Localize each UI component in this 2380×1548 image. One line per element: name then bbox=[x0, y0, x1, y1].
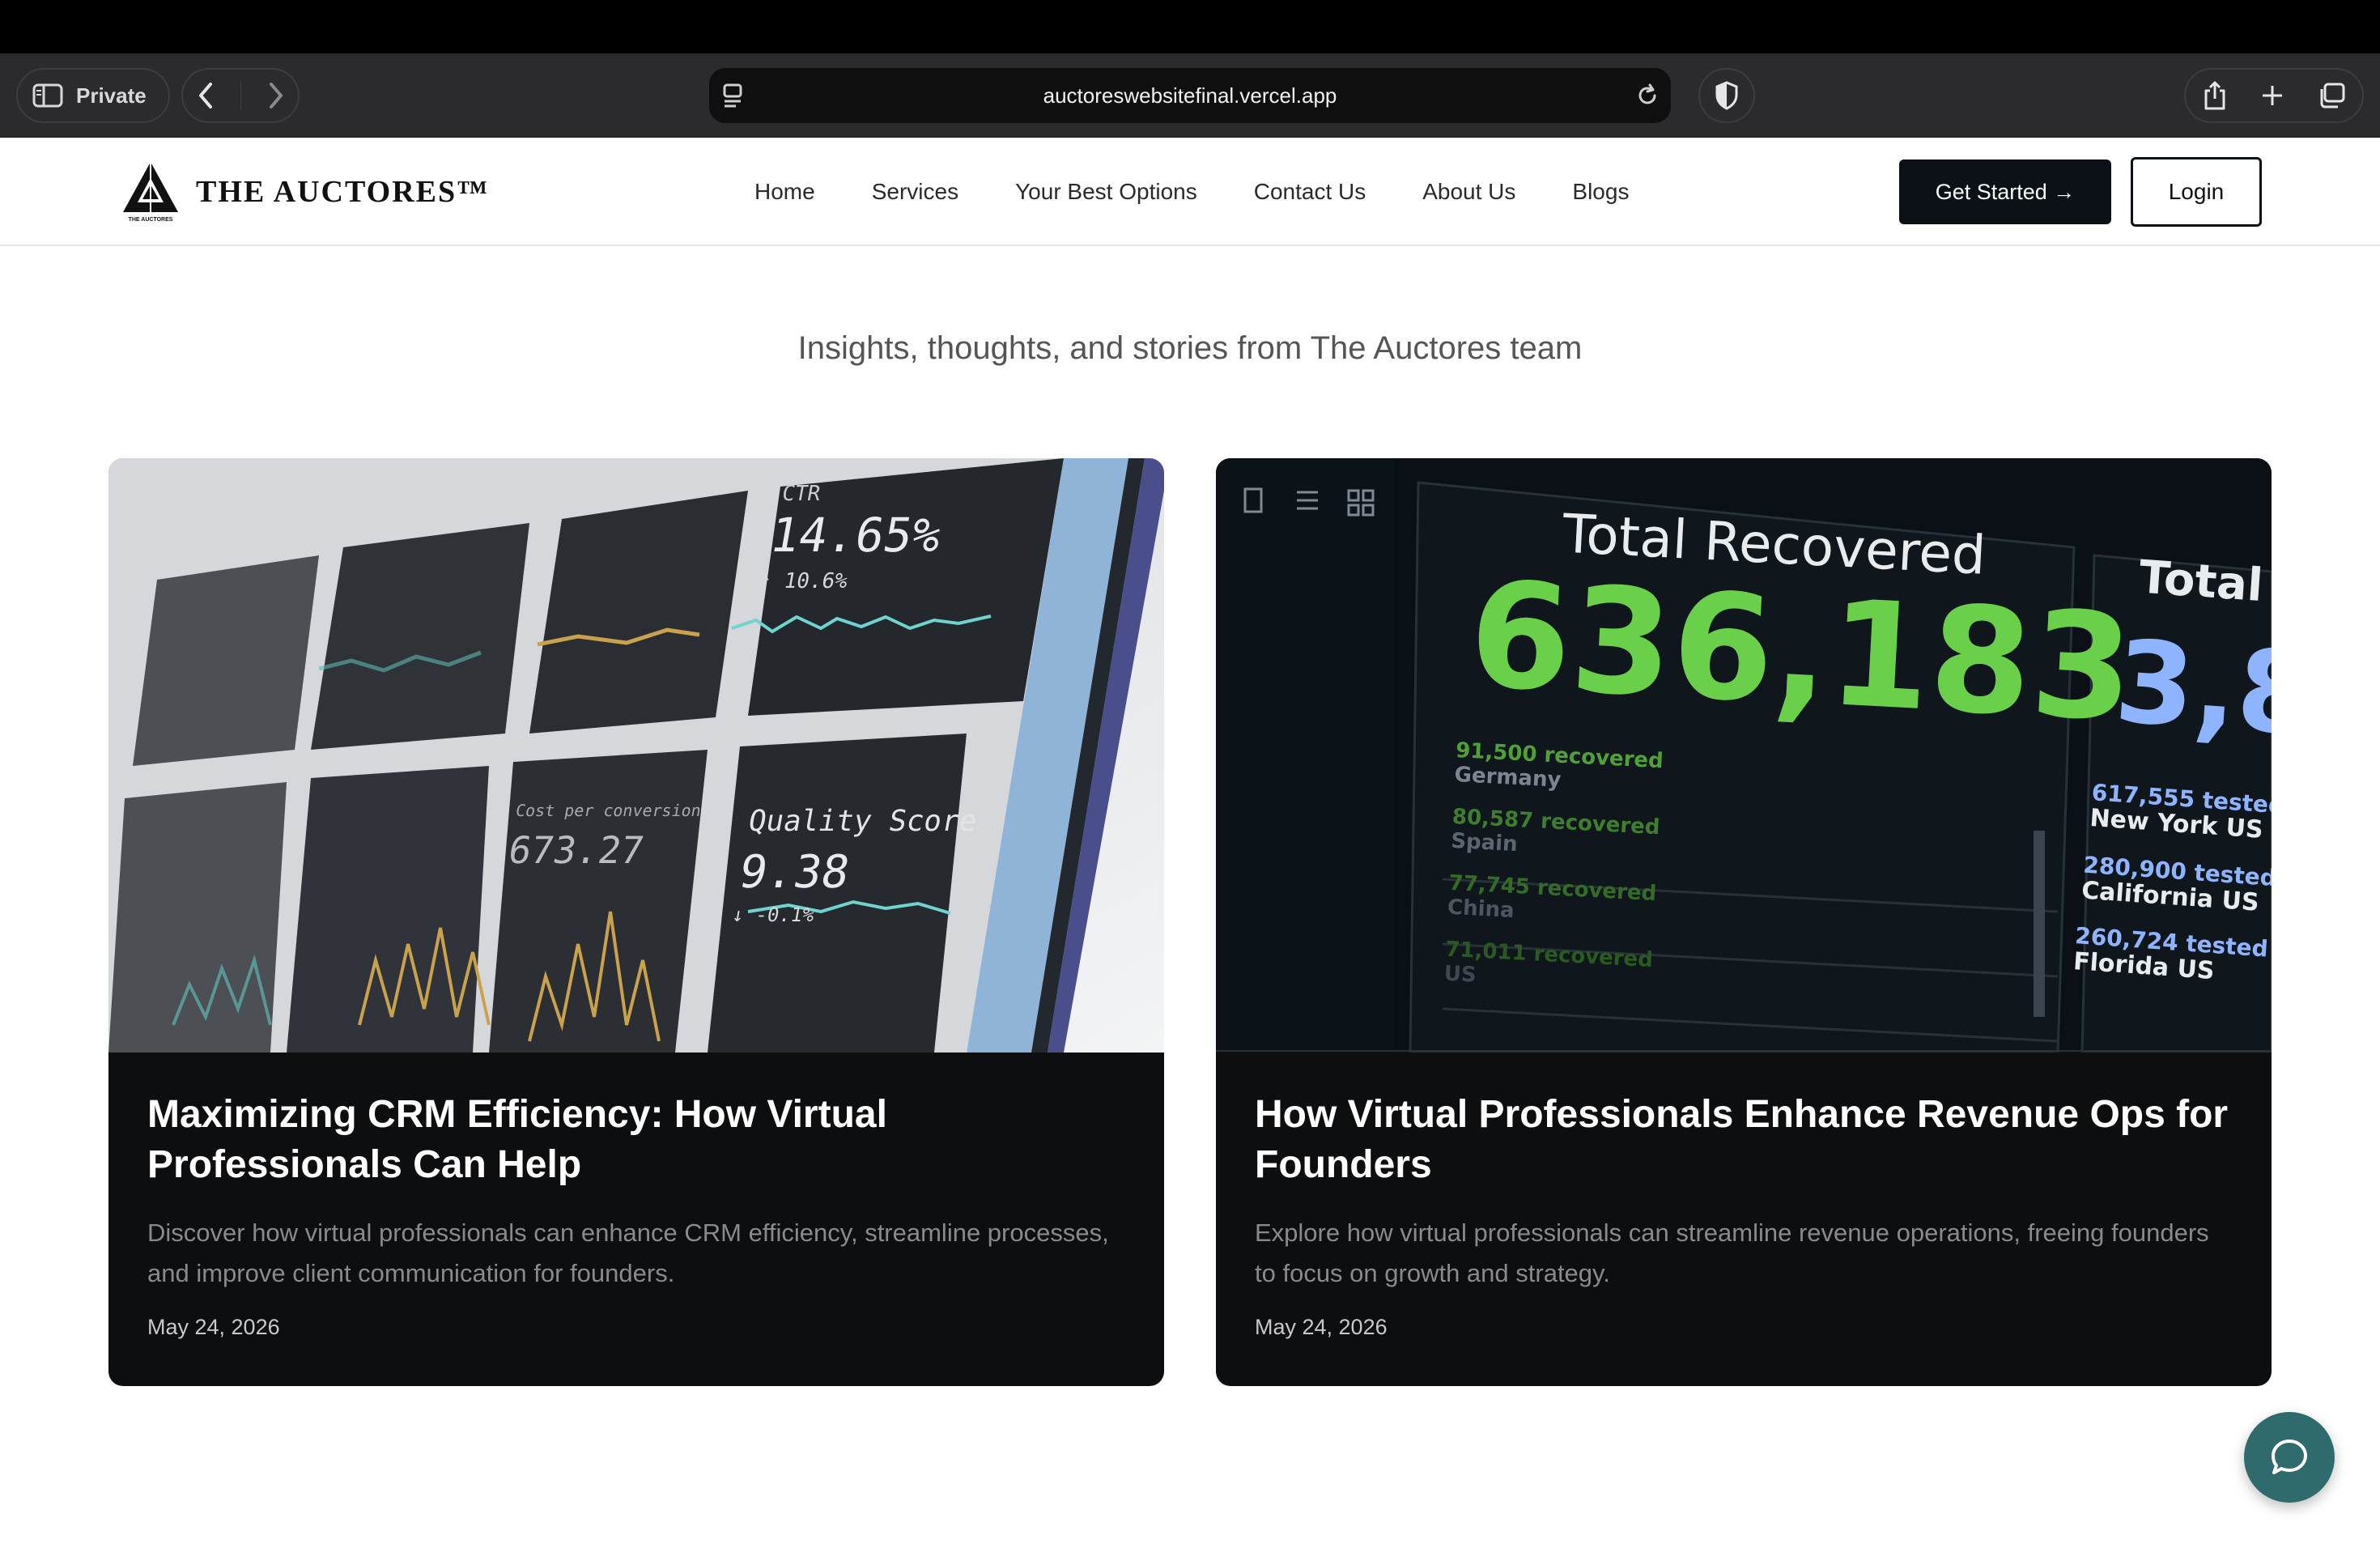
login-button[interactable]: Login bbox=[2131, 157, 2262, 227]
blog-subtitle: Insights, thoughts, and stories from The… bbox=[797, 330, 1583, 366]
site-logo[interactable]: THE AUCTORES THE AUCTORES™ bbox=[121, 160, 489, 223]
blog-card-date: May 24, 2026 bbox=[1255, 1315, 1388, 1339]
share-icon[interactable] bbox=[2202, 79, 2228, 112]
nav-services[interactable]: Services bbox=[872, 179, 958, 205]
address-bar[interactable]: auctoreswebsitefinal.vercel.app bbox=[709, 68, 1671, 123]
total-recovered-value: 636,183 bbox=[1465, 551, 2137, 755]
quality-score-delta: ↓ -0.1% bbox=[730, 904, 816, 926]
cpc-label: Cost per conversion bbox=[514, 801, 703, 820]
blog-card-excerpt: Explore how virtual professionals can st… bbox=[1255, 1218, 2209, 1287]
nav-separator bbox=[240, 81, 241, 110]
main-nav: Home Services Your Best Options Contact … bbox=[754, 138, 1629, 246]
page-menu-icon[interactable] bbox=[722, 83, 746, 108]
ctr-label: CTR bbox=[780, 482, 822, 506]
site-header: THE AUCTORES THE AUCTORES™ Home Services… bbox=[0, 138, 2380, 246]
nav-blogs[interactable]: Blogs bbox=[1572, 179, 1629, 205]
total-tested-value: 3,8 bbox=[2111, 616, 2272, 762]
tab-actions bbox=[2184, 68, 2364, 123]
chat-widget-button[interactable] bbox=[2244, 1412, 2335, 1503]
cpc-value: 673.27 bbox=[505, 828, 648, 872]
blog-card-body: Maximizing CRM Efficiency: How Virtual P… bbox=[147, 1090, 1125, 1340]
quality-score-value: 9.38 bbox=[735, 846, 853, 899]
shield-icon bbox=[1715, 81, 1738, 110]
nav-your-best-options[interactable]: Your Best Options bbox=[1015, 179, 1197, 205]
private-label: Private bbox=[76, 83, 147, 108]
blog-card-title[interactable]: How Virtual Professionals Enhance Revenu… bbox=[1255, 1090, 2233, 1190]
blog-card-title[interactable]: Maximizing CRM Efficiency: How Virtual P… bbox=[147, 1090, 1125, 1190]
nav-contact-us[interactable]: Contact Us bbox=[1254, 179, 1366, 205]
blog-card-excerpt: Discover how virtual professionals can e… bbox=[147, 1218, 1109, 1287]
blog-card-image: CTR 14.65% ↑ 10.6% Cost per conversion 6… bbox=[108, 458, 1164, 1053]
blog-card-image: Total Recovered 636,183 91,500 recovered… bbox=[1216, 458, 2272, 1053]
recovered-row-2-place: Spain bbox=[1451, 829, 1519, 857]
blog-card-revenue-ops[interactable]: Total Recovered 636,183 91,500 recovered… bbox=[1216, 458, 2272, 1386]
recovered-row-4-place: US bbox=[1443, 962, 1477, 988]
os-menu-bar bbox=[0, 0, 2380, 53]
url-text: auctoreswebsitefinal.vercel.app bbox=[1043, 83, 1337, 108]
reload-icon[interactable] bbox=[1635, 83, 1660, 108]
forward-icon[interactable] bbox=[266, 81, 286, 110]
sidebar-icon bbox=[32, 83, 63, 108]
private-tab-group-button[interactable]: Private bbox=[16, 68, 170, 123]
ctr-value: 14.65% bbox=[766, 508, 945, 562]
history-nav bbox=[181, 68, 300, 123]
new-tab-icon[interactable] bbox=[2259, 83, 2285, 108]
nav-home[interactable]: Home bbox=[754, 179, 815, 205]
nav-about-us[interactable]: About Us bbox=[1422, 179, 1515, 205]
back-icon[interactable] bbox=[196, 81, 215, 110]
quality-score-label: Quality Score bbox=[746, 803, 980, 838]
brand-name: THE AUCTORES™ bbox=[196, 175, 490, 209]
chat-bubble-icon bbox=[2272, 1440, 2307, 1474]
auctores-logo-icon: THE AUCTORES bbox=[123, 162, 178, 223]
logo-small-text: THE AUCTORES bbox=[129, 217, 173, 223]
blog-card-date: May 24, 2026 bbox=[147, 1315, 280, 1339]
recovered-row-3-place: China bbox=[1447, 895, 1515, 923]
tab-overview-icon[interactable] bbox=[2317, 82, 2346, 109]
blog-card-crm-efficiency[interactable]: CTR 14.65% ↑ 10.6% Cost per conversion 6… bbox=[108, 458, 1164, 1386]
browser-toolbar: Private auctoreswebsitefinal.vercel.app bbox=[0, 53, 2380, 138]
privacy-report-button[interactable] bbox=[1698, 68, 1755, 123]
ctr-delta: ↑ 10.6% bbox=[757, 569, 850, 593]
blog-card-body: How Virtual Professionals Enhance Revenu… bbox=[1255, 1090, 2233, 1340]
get-started-button[interactable]: Get Started → bbox=[1899, 159, 2111, 224]
